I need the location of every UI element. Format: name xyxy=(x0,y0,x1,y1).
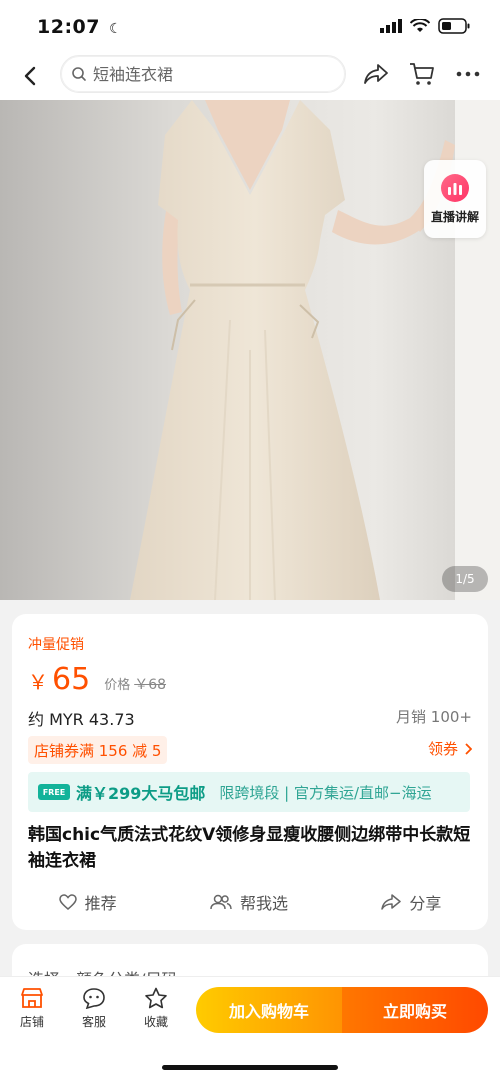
status-icons xyxy=(380,18,470,34)
cart-icon xyxy=(410,63,434,85)
store-tab[interactable]: 店铺 xyxy=(8,987,56,1030)
product-image-carousel[interactable]: 直播讲解 1/5 xyxy=(0,100,500,600)
live-label: 直播讲解 xyxy=(430,209,479,224)
cart-button[interactable] xyxy=(408,60,436,88)
status-bar: 12:07 ☾ xyxy=(0,0,500,50)
help-choose-label: 帮我选 xyxy=(239,894,288,913)
battery-icon xyxy=(438,18,470,34)
people-icon xyxy=(210,894,232,910)
claim-coupon-label: 领券 xyxy=(427,740,458,758)
converted-price: 约 MYR 43.73 xyxy=(28,710,135,729)
chevron-right-icon xyxy=(465,742,472,755)
nav-bar xyxy=(0,50,500,100)
product-info-card: 冲量促销 ￥ 65 价格 ￥68 约 MYR 43.73 月销 100+ 店铺券… xyxy=(12,614,488,930)
time-text: 12:07 xyxy=(37,16,100,38)
shipping-banner[interactable]: FREE 满￥299大马包邮 限跨境段 | 官方集运/直邮−海运 xyxy=(28,772,470,812)
product-actions: 推荐 帮我选 分享 xyxy=(12,890,488,914)
share-product-button[interactable]: 分享 xyxy=(381,890,441,914)
bottom-action-bar: 店铺 客服 收藏 加入购物车 立即购买 xyxy=(0,976,500,1080)
help-choose-button[interactable]: 帮我选 xyxy=(210,890,288,914)
original-price-label: 价格 xyxy=(104,678,131,693)
home-indicator[interactable] xyxy=(162,1065,338,1070)
back-button[interactable] xyxy=(14,60,46,92)
shipping-main-text: 满￥299大马包邮 xyxy=(76,784,206,803)
wifi-icon xyxy=(410,19,430,32)
share-icon xyxy=(381,894,402,910)
status-time: 12:07 ☾ xyxy=(37,16,122,38)
moon-icon: ☾ xyxy=(109,21,123,37)
chat-face-icon xyxy=(83,988,105,1009)
shipping-sub-text: 限跨境段 | 官方集运/直邮−海运 xyxy=(219,783,432,802)
buy-now-button[interactable]: 立即购买 xyxy=(342,987,488,1033)
store-icon xyxy=(21,988,43,1008)
favorite-tab[interactable]: 收藏 xyxy=(132,987,180,1030)
store-label: 店铺 xyxy=(19,1015,44,1029)
current-price: 65 xyxy=(52,662,91,697)
nav-actions xyxy=(362,60,482,88)
recommend-label: 推荐 xyxy=(84,894,117,913)
search-input[interactable] xyxy=(93,64,313,84)
favorite-label: 收藏 xyxy=(143,1015,168,1029)
promo-tag: 冲量促销 xyxy=(28,637,84,653)
recommend-button[interactable]: 推荐 xyxy=(58,890,117,914)
share-button[interactable] xyxy=(362,60,390,88)
share-arrow-icon xyxy=(364,64,388,84)
live-bars-icon xyxy=(441,173,469,202)
price-row: ￥ 65 价格 ￥68 xyxy=(28,662,166,697)
more-dots-icon xyxy=(456,71,480,77)
more-button[interactable] xyxy=(454,60,482,88)
monthly-sales: 月销 100+ xyxy=(396,708,472,726)
image-page-indicator: 1/5 xyxy=(442,566,488,592)
original-price: ￥68 xyxy=(134,677,167,693)
search-box[interactable] xyxy=(60,55,346,93)
currency-symbol: ￥ xyxy=(28,670,48,694)
live-explain-button[interactable]: 直播讲解 xyxy=(424,160,486,238)
signal-icon xyxy=(380,19,402,33)
heart-icon xyxy=(58,894,77,910)
share-label: 分享 xyxy=(409,894,442,913)
claim-coupon-button[interactable]: 领券 xyxy=(428,738,472,759)
chevron-left-icon xyxy=(24,66,36,86)
store-coupon[interactable]: 店铺券满 156 减 5 xyxy=(28,736,168,764)
service-tab[interactable]: 客服 xyxy=(70,987,118,1030)
product-title: 韩国chic气质法式花纹V领修身显瘦收腰侧边绑带中长款短袖连衣裙 xyxy=(28,825,471,871)
search-icon xyxy=(72,67,86,81)
free-shipping-truck-icon: FREE xyxy=(38,784,70,800)
service-label: 客服 xyxy=(81,1015,106,1029)
star-icon xyxy=(145,987,167,1009)
add-to-cart-button[interactable]: 加入购物车 xyxy=(196,987,342,1033)
